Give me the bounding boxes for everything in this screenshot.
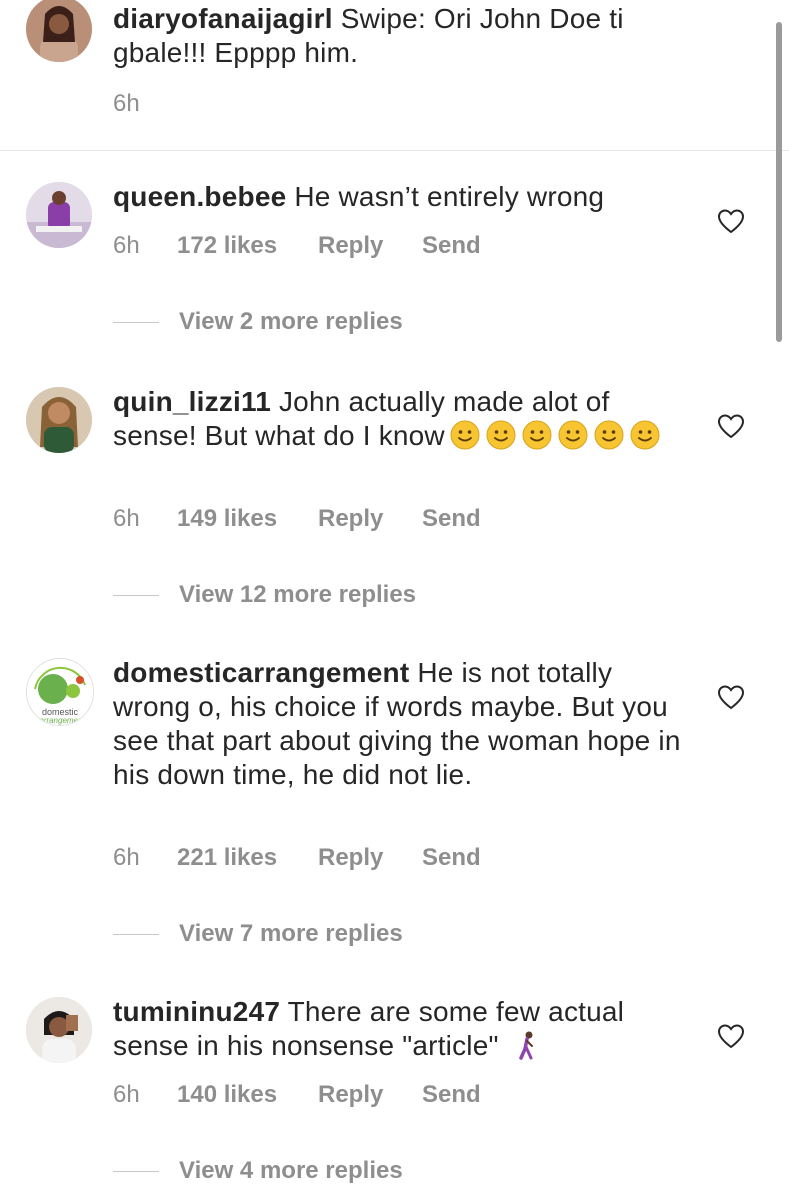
comment-body: tumininu247 There are some few actual se… (113, 995, 683, 1063)
send-button[interactable]: Send (422, 1081, 481, 1109)
avatar[interactable] (26, 182, 92, 248)
view-replies-label[interactable]: View 7 more replies (179, 920, 403, 948)
replies-divider-line (113, 321, 159, 323)
comment-body: domesticarrangement He is not totally wr… (113, 656, 683, 792)
heart-outline-icon[interactable] (717, 208, 745, 234)
reply-button[interactable]: Reply (318, 1081, 422, 1109)
view-replies-link[interactable]: View 2 more replies (113, 308, 403, 336)
avatar[interactable] (26, 387, 92, 453)
slightly-smiling-face-emoji (558, 420, 588, 450)
username[interactable]: tumininu247 (113, 996, 280, 1027)
avatar[interactable]: domestic arrangement (26, 658, 94, 726)
reply-button[interactable]: Reply (318, 505, 422, 533)
comment-meta: 6h (113, 90, 177, 118)
timestamp: 6h (113, 844, 140, 871)
slightly-smiling-face-emoji (450, 420, 480, 450)
comment-body: quin_lizzi11 John actually made alot of … (113, 385, 683, 453)
person-walking-emoji (518, 1031, 533, 1060)
timestamp: 6h (113, 90, 140, 117)
avatar[interactable] (26, 997, 92, 1063)
comment-text: He wasn’t entirely wrong (294, 181, 605, 212)
view-replies-label[interactable]: View 4 more replies (179, 1157, 403, 1185)
send-button[interactable]: Send (422, 844, 481, 872)
heart-outline-icon[interactable] (717, 413, 745, 439)
view-replies-link[interactable]: View 12 more replies (113, 581, 416, 609)
caption-comment: diaryofanaijagirl Swipe: Ori John Doe ti… (0, 0, 789, 151)
heart-outline-icon[interactable] (717, 684, 745, 710)
emoji-group (445, 420, 661, 451)
comment-meta: 6h 172 likes Reply Send (113, 232, 481, 260)
timestamp: 6h (113, 505, 140, 532)
username[interactable]: quin_lizzi11 (113, 386, 271, 417)
comment-meta: 6h 149 likes Reply Send (113, 505, 481, 533)
slightly-smiling-face-emoji (630, 420, 660, 450)
heart-outline-icon[interactable] (717, 1023, 745, 1049)
replies-divider-line (113, 1170, 159, 1172)
view-replies-link[interactable]: View 4 more replies (113, 1157, 403, 1185)
slightly-smiling-face-emoji (486, 420, 516, 450)
comment-meta: 6h 221 likes Reply Send (113, 844, 481, 872)
comment-meta: 6h 140 likes Reply Send (113, 1081, 481, 1109)
username[interactable]: diaryofanaijagirl (113, 3, 333, 34)
username[interactable]: domesticarrangement (113, 657, 409, 688)
replies-divider-line (113, 594, 159, 596)
view-replies-label[interactable]: View 12 more replies (179, 581, 416, 609)
likes-count[interactable]: 140 likes (177, 1081, 318, 1109)
avatar-logo-text: arrangement (39, 716, 85, 725)
avatar[interactable] (26, 0, 92, 62)
likes-count[interactable]: 149 likes (177, 505, 318, 533)
slightly-smiling-face-emoji (522, 420, 552, 450)
caption-text: diaryofanaijagirl Swipe: Ori John Doe ti… (113, 2, 683, 70)
likes-count[interactable]: 221 likes (177, 844, 318, 872)
timestamp: 6h (113, 232, 140, 259)
reply-button[interactable]: Reply (318, 844, 422, 872)
send-button[interactable]: Send (422, 505, 481, 533)
slightly-smiling-face-emoji (594, 420, 624, 450)
replies-divider-line (113, 933, 159, 935)
view-replies-link[interactable]: View 7 more replies (113, 920, 403, 948)
scrollbar[interactable] (776, 22, 782, 342)
comment-body: queen.bebee He wasn’t entirely wrong (113, 180, 683, 214)
timestamp: 6h (113, 1081, 140, 1108)
view-replies-label[interactable]: View 2 more replies (179, 308, 403, 336)
reply-button[interactable]: Reply (318, 232, 422, 260)
likes-count[interactable]: 172 likes (177, 232, 318, 260)
send-button[interactable]: Send (422, 232, 481, 260)
username[interactable]: queen.bebee (113, 181, 286, 212)
